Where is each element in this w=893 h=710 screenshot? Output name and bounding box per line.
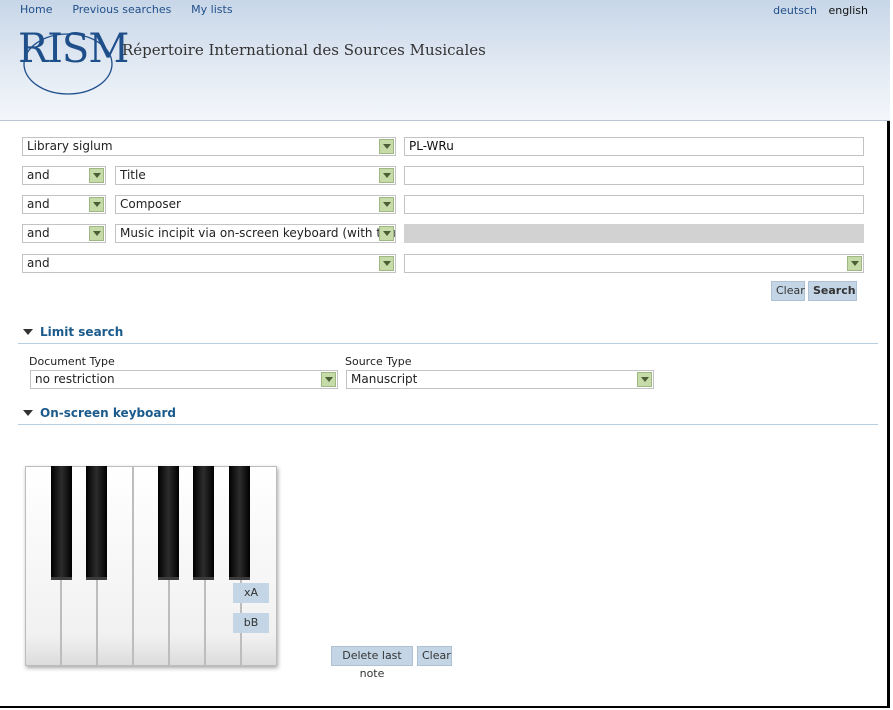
operator-select-2-value: and xyxy=(27,168,50,182)
rism-logo[interactable]: RISM xyxy=(18,22,129,98)
piano-keyboard: xA bB xyxy=(25,466,277,666)
clear-button[interactable]: Clear xyxy=(771,281,805,301)
keyboard-section-header[interactable]: On-screen keyboard xyxy=(18,404,878,425)
key-label-xa[interactable]: xA xyxy=(233,583,269,603)
site-title: Répertoire International des Sources Mus… xyxy=(122,41,486,59)
search-value-input-3[interactable] xyxy=(404,195,864,214)
limit-search-title: Limit search xyxy=(40,325,124,339)
key-label-bb[interactable]: bB xyxy=(233,613,269,633)
delete-last-note-button[interactable]: Delete last note xyxy=(331,646,413,680)
operator-select-5-value: and xyxy=(27,256,50,270)
field-select-4[interactable]: Music incipit via on-screen keyboard (wi… xyxy=(115,224,396,243)
keyboard-clear-button[interactable]: Clear xyxy=(417,646,452,666)
source-type-label: Source Type xyxy=(345,355,412,368)
field-select-4-value: Music incipit via on-screen keyboard (wi… xyxy=(120,226,396,240)
nav-my-lists-link[interactable]: My lists xyxy=(191,3,232,16)
logo-text: RISM xyxy=(18,26,129,72)
field-select-2-value: Title xyxy=(120,168,146,182)
operator-select-2[interactable]: and xyxy=(22,166,106,185)
document-type-value: no restriction xyxy=(35,372,115,386)
search-value-input-4-disabled xyxy=(404,224,864,243)
chevron-down-icon xyxy=(321,372,336,387)
chevron-down-icon xyxy=(637,372,652,387)
field-select-2[interactable]: Title xyxy=(115,166,396,185)
triangle-down-icon xyxy=(23,410,33,416)
chevron-down-icon xyxy=(89,226,104,241)
operator-select-4-value: and xyxy=(27,226,50,240)
top-nav: Home Previous searches My lists xyxy=(20,2,249,16)
nav-previous-searches-link[interactable]: Previous searches xyxy=(72,3,171,16)
chevron-down-icon xyxy=(379,168,394,183)
search-button[interactable]: Search xyxy=(808,281,857,301)
document-type-label: Document Type xyxy=(29,355,115,368)
black-key-c-sharp[interactable] xyxy=(51,466,72,580)
chevron-down-icon xyxy=(379,226,394,241)
limit-search-section-header[interactable]: Limit search xyxy=(18,323,878,344)
search-value-input-2[interactable] xyxy=(404,166,864,185)
black-key-d-sharp[interactable] xyxy=(86,466,107,580)
document-type-select[interactable]: no restriction xyxy=(30,370,338,389)
black-key-a-sharp[interactable] xyxy=(229,466,250,580)
operator-select-3-value: and xyxy=(27,197,50,211)
lang-english-current: english xyxy=(828,4,868,17)
field-select-3-value: Composer xyxy=(120,197,181,211)
chevron-down-icon xyxy=(379,139,394,154)
source-type-value: Manuscript xyxy=(351,372,418,386)
source-type-select[interactable]: Manuscript xyxy=(346,370,654,389)
chevron-down-icon xyxy=(847,256,862,271)
search-value-1-text: PL-WRu xyxy=(409,139,454,153)
lang-deutsch-link[interactable]: deutsch xyxy=(773,4,817,17)
field-select-1-value: Library siglum xyxy=(27,139,113,153)
chevron-down-icon xyxy=(379,256,394,271)
search-value-input-1[interactable]: PL-WRu xyxy=(404,137,864,156)
nav-home-link[interactable]: Home xyxy=(20,3,52,16)
black-key-f-sharp[interactable] xyxy=(158,466,179,580)
field-select-5[interactable] xyxy=(404,254,864,273)
operator-select-5[interactable]: and xyxy=(22,254,396,273)
operator-select-3[interactable]: and xyxy=(22,195,106,214)
black-key-g-sharp[interactable] xyxy=(193,466,214,580)
page-header: Home Previous searches My lists deutsch … xyxy=(0,0,890,121)
operator-select-4[interactable]: and xyxy=(22,224,106,243)
chevron-down-icon xyxy=(379,197,394,212)
triangle-down-icon xyxy=(23,329,33,335)
field-select-1[interactable]: Library siglum xyxy=(22,137,396,156)
language-switcher: deutsch english xyxy=(773,4,868,17)
field-select-3[interactable]: Composer xyxy=(115,195,396,214)
chevron-down-icon xyxy=(89,197,104,212)
chevron-down-icon xyxy=(89,168,104,183)
keyboard-section-title: On-screen keyboard xyxy=(40,406,176,420)
